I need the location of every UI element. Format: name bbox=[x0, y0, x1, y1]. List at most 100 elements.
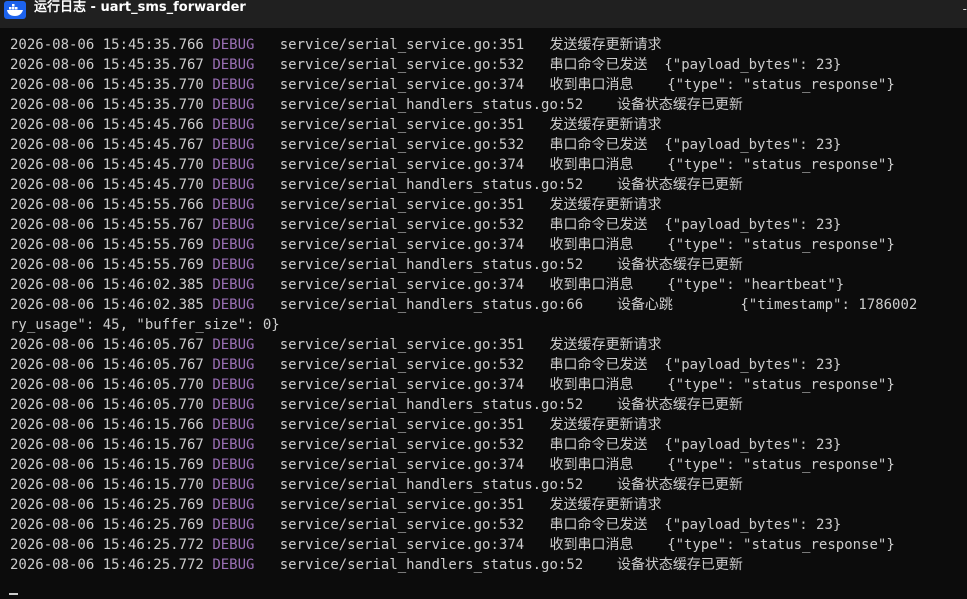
log-message: ry_usage": 45, "buffer_size": 0} bbox=[10, 317, 280, 333]
log-line: 2026-08-06 15:45:35.770 DEBUG service/se… bbox=[10, 95, 743, 115]
log-line: 2026-08-06 15:45:45.767 DEBUG service/se… bbox=[10, 135, 841, 155]
log-message: service/serial_service.go:351 发送缓存更新请求 bbox=[254, 117, 662, 133]
log-level: DEBUG bbox=[212, 297, 255, 313]
log-level: DEBUG bbox=[212, 417, 255, 433]
log-timestamp: 2026-08-06 15:46:15.770 bbox=[10, 477, 204, 493]
log-timestamp: 2026-08-06 15:45:35.766 bbox=[10, 37, 204, 53]
log-timestamp: 2026-08-06 15:46:15.767 bbox=[10, 437, 204, 453]
log-level: DEBUG bbox=[212, 57, 255, 73]
log-line: 2026-08-06 15:46:05.767 DEBUG service/se… bbox=[10, 335, 661, 355]
log-line: 2026-08-06 15:46:15.766 DEBUG service/se… bbox=[10, 415, 661, 435]
log-line: 2026-08-06 15:45:55.769 DEBUG service/se… bbox=[10, 235, 895, 255]
log-level: DEBUG bbox=[212, 537, 255, 553]
log-timestamp: 2026-08-06 15:45:35.770 bbox=[10, 77, 204, 93]
log-message: service/serial_handlers_status.go:52 设备状… bbox=[254, 97, 743, 113]
log-timestamp: 2026-08-06 15:46:15.766 bbox=[10, 417, 204, 433]
log-level: DEBUG bbox=[212, 37, 255, 53]
log-message: service/serial_service.go:532 串口命令已发送 {"… bbox=[254, 517, 842, 533]
log-message: service/serial_handlers_status.go:52 设备状… bbox=[254, 257, 743, 273]
log-message: service/serial_service.go:374 收到串口消息 {"t… bbox=[254, 537, 895, 553]
log-line: 2026-08-06 15:46:25.772 DEBUG service/se… bbox=[10, 535, 895, 555]
log-line: 2026-08-06 15:46:25.769 DEBUG service/se… bbox=[10, 495, 661, 515]
log-timestamp: 2026-08-06 15:45:55.766 bbox=[10, 197, 204, 213]
log-line: 2026-08-06 15:46:15.769 DEBUG service/se… bbox=[10, 455, 895, 475]
log-line: 2026-08-06 15:46:02.385 DEBUG service/se… bbox=[10, 295, 917, 315]
log-timestamp: 2026-08-06 15:46:05.767 bbox=[10, 337, 204, 353]
log-line: 2026-08-06 15:45:55.766 DEBUG service/se… bbox=[10, 195, 661, 215]
log-level: DEBUG bbox=[212, 277, 255, 293]
log-timestamp: 2026-08-06 15:46:15.769 bbox=[10, 457, 204, 473]
log-line: 2026-08-06 15:46:15.767 DEBUG service/se… bbox=[10, 435, 841, 455]
log-message: service/serial_handlers_status.go:52 设备状… bbox=[254, 397, 743, 413]
log-level: DEBUG bbox=[212, 497, 255, 513]
log-line: 2026-08-06 15:45:45.766 DEBUG service/se… bbox=[10, 115, 661, 135]
log-message: service/serial_service.go:351 发送缓存更新请求 bbox=[254, 37, 662, 53]
log-timestamp: 2026-08-06 15:46:05.770 bbox=[10, 397, 204, 413]
log-message: service/serial_service.go:532 串口命令已发送 {"… bbox=[254, 217, 842, 233]
log-level: DEBUG bbox=[212, 197, 255, 213]
log-line: 2026-08-06 15:45:35.766 DEBUG service/se… bbox=[10, 35, 661, 55]
log-line: 2026-08-06 15:45:55.769 DEBUG service/se… bbox=[10, 255, 743, 275]
log-line: 2026-08-06 15:46:25.772 DEBUG service/se… bbox=[10, 555, 743, 575]
log-level: DEBUG bbox=[212, 397, 255, 413]
log-line: 2026-08-06 15:46:05.767 DEBUG service/se… bbox=[10, 355, 841, 375]
log-level: DEBUG bbox=[212, 477, 255, 493]
log-message: service/serial_service.go:374 收到串口消息 {"t… bbox=[254, 77, 895, 93]
log-message: service/serial_service.go:532 串口命令已发送 {"… bbox=[254, 437, 842, 453]
log-message: service/serial_service.go:374 收到串口消息 {"t… bbox=[254, 457, 895, 473]
log-level: DEBUG bbox=[212, 237, 255, 253]
log-timestamp: 2026-08-06 15:46:25.772 bbox=[10, 537, 204, 553]
log-message: service/serial_handlers_status.go:66 设备心… bbox=[254, 297, 918, 313]
log-line: 2026-08-06 15:46:05.770 DEBUG service/se… bbox=[10, 375, 895, 395]
title-bar[interactable]: 运行日志 - uart_sms_forwarder - bbox=[0, 0, 967, 28]
log-timestamp: 2026-08-06 15:45:55.769 bbox=[10, 237, 204, 253]
log-timestamp: 2026-08-06 15:45:55.767 bbox=[10, 217, 204, 233]
log-line: 2026-08-06 15:45:45.770 DEBUG service/se… bbox=[10, 175, 743, 195]
log-message: service/serial_service.go:351 发送缓存更新请求 bbox=[254, 337, 662, 353]
window-edge-glyph: - bbox=[962, 2, 967, 16]
log-message: service/serial_service.go:351 发送缓存更新请求 bbox=[254, 417, 662, 433]
log-message: service/serial_service.go:351 发送缓存更新请求 bbox=[254, 197, 662, 213]
whale-icon bbox=[4, 1, 26, 19]
log-level: DEBUG bbox=[212, 377, 255, 393]
log-line: 2026-08-06 15:45:35.770 DEBUG service/se… bbox=[10, 75, 895, 95]
console-output[interactable]: 2026-08-06 15:45:35.766 DEBUG service/se… bbox=[0, 28, 967, 599]
log-level: DEBUG bbox=[212, 457, 255, 473]
log-line: 2026-08-06 15:46:15.770 DEBUG service/se… bbox=[10, 475, 743, 495]
log-timestamp: 2026-08-06 15:46:02.385 bbox=[10, 277, 204, 293]
log-message: service/serial_handlers_status.go:52 设备状… bbox=[254, 557, 743, 573]
log-timestamp: 2026-08-06 15:45:45.767 bbox=[10, 137, 204, 153]
log-line: 2026-08-06 15:46:05.770 DEBUG service/se… bbox=[10, 395, 743, 415]
log-level: DEBUG bbox=[212, 157, 255, 173]
log-timestamp: 2026-08-06 15:46:25.769 bbox=[10, 497, 204, 513]
log-level: DEBUG bbox=[212, 97, 255, 113]
log-timestamp: 2026-08-06 15:45:35.770 bbox=[10, 97, 204, 113]
log-line: 2026-08-06 15:45:55.767 DEBUG service/se… bbox=[10, 215, 841, 235]
text-cursor bbox=[9, 593, 18, 595]
log-level: DEBUG bbox=[212, 557, 255, 573]
log-line: 2026-08-06 15:46:25.769 DEBUG service/se… bbox=[10, 515, 841, 535]
log-level: DEBUG bbox=[212, 177, 255, 193]
log-timestamp: 2026-08-06 15:45:45.770 bbox=[10, 157, 204, 173]
log-line: 2026-08-06 15:45:45.770 DEBUG service/se… bbox=[10, 155, 895, 175]
log-timestamp: 2026-08-06 15:45:45.770 bbox=[10, 177, 204, 193]
log-timestamp: 2026-08-06 15:45:35.767 bbox=[10, 57, 204, 73]
log-level: DEBUG bbox=[212, 257, 255, 273]
log-message: service/serial_service.go:374 收到串口消息 {"t… bbox=[254, 157, 895, 173]
log-level: DEBUG bbox=[212, 437, 255, 453]
log-timestamp: 2026-08-06 15:46:05.770 bbox=[10, 377, 204, 393]
log-line: 2026-08-06 15:45:35.767 DEBUG service/se… bbox=[10, 55, 841, 75]
log-line: 2026-08-06 15:46:02.385 DEBUG service/se… bbox=[10, 275, 844, 295]
log-message: service/serial_service.go:351 发送缓存更新请求 bbox=[254, 497, 662, 513]
log-message: service/serial_service.go:532 串口命令已发送 {"… bbox=[254, 137, 842, 153]
log-line: ry_usage": 45, "buffer_size": 0} bbox=[10, 315, 280, 335]
log-timestamp: 2026-08-06 15:46:02.385 bbox=[10, 297, 204, 313]
log-timestamp: 2026-08-06 15:45:55.769 bbox=[10, 257, 204, 273]
log-level: DEBUG bbox=[212, 517, 255, 533]
log-message: service/serial_service.go:374 收到串口消息 {"t… bbox=[254, 237, 895, 253]
log-message: service/serial_service.go:374 收到串口消息 {"t… bbox=[254, 377, 895, 393]
log-timestamp: 2026-08-06 15:46:25.769 bbox=[10, 517, 204, 533]
log-message: service/serial_handlers_status.go:52 设备状… bbox=[254, 477, 743, 493]
log-level: DEBUG bbox=[212, 217, 255, 233]
log-message: service/serial_service.go:374 收到串口消息 {"t… bbox=[254, 277, 845, 293]
